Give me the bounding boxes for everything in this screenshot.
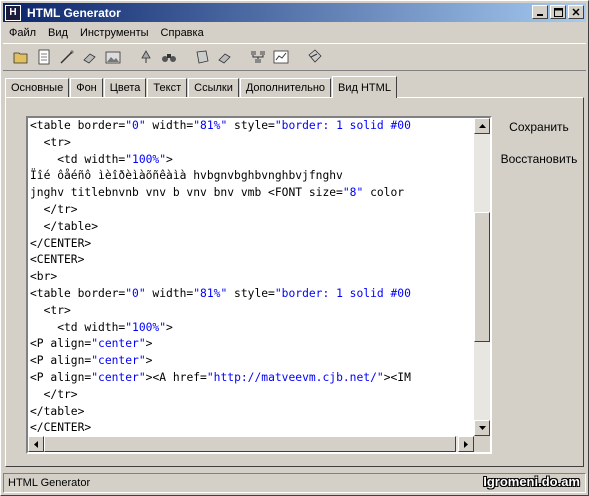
horizontal-scrollbar[interactable] bbox=[28, 436, 474, 452]
wand-icon[interactable] bbox=[55, 46, 78, 68]
scroll-up-button[interactable] bbox=[474, 118, 490, 134]
code-line[interactable]: </CENTER> bbox=[30, 420, 474, 437]
vertical-scroll-thumb[interactable] bbox=[474, 212, 490, 342]
code-line[interactable]: </table> bbox=[30, 404, 474, 421]
watermark: Igromeni.do.am bbox=[483, 474, 580, 489]
tab-html-view[interactable]: Вид HTML bbox=[332, 76, 397, 98]
code-line[interactable]: <td width="100%"> bbox=[30, 320, 474, 337]
title-bar[interactable]: H HTML Generator bbox=[3, 3, 586, 22]
tab-strip: Основные Фон Цвета Текст Ссылки Дополнит… bbox=[5, 75, 584, 98]
tab-main[interactable]: Основные bbox=[5, 78, 70, 97]
app-icon[interactable]: H bbox=[5, 4, 21, 21]
menu-bar: Файл Вид Инструменты Справка bbox=[3, 23, 586, 42]
code-line[interactable]: </CENTER> bbox=[30, 236, 474, 253]
scroll-left-button[interactable] bbox=[28, 436, 44, 452]
tab-text[interactable]: Текст bbox=[147, 78, 188, 97]
scroll-corner bbox=[474, 436, 490, 452]
horizontal-scroll-thumb[interactable] bbox=[44, 436, 456, 452]
menu-view[interactable]: Вид bbox=[42, 27, 74, 39]
tree-icon[interactable] bbox=[134, 46, 157, 68]
code-line[interactable]: <P align="center"> bbox=[30, 336, 474, 353]
menu-help[interactable]: Справка bbox=[155, 27, 210, 39]
code-line[interactable]: <tr> bbox=[30, 135, 474, 152]
arrow-left-icon bbox=[34, 440, 38, 448]
code-line[interactable]: <table border="0" width="81%" style="bor… bbox=[30, 286, 474, 303]
code-line[interactable]: Ïîé ôåéñô ìèîðèìàõñêàìà hvbgnvbghbvnghbv… bbox=[30, 168, 474, 185]
code-line[interactable]: jnghv titlebnvnb vnv b vnv bnv vmb <FONT… bbox=[30, 185, 474, 202]
maximize-button[interactable] bbox=[550, 5, 566, 19]
code-line[interactable]: <P align="center"> bbox=[30, 353, 474, 370]
edit-icon[interactable] bbox=[302, 46, 325, 68]
tab-panel: <table border="0" width="81%" style="bor… bbox=[5, 97, 584, 467]
eraser-icon[interactable] bbox=[78, 46, 101, 68]
vertical-scrollbar[interactable] bbox=[474, 118, 490, 436]
eraser2-icon[interactable] bbox=[213, 46, 236, 68]
tab-links[interactable]: Ссылки bbox=[188, 78, 239, 97]
close-button[interactable] bbox=[568, 5, 584, 19]
code-line[interactable]: </tr> bbox=[30, 202, 474, 219]
html-editor[interactable]: <table border="0" width="81%" style="bor… bbox=[26, 116, 492, 454]
code-line[interactable]: <table border="0" width="81%" style="bor… bbox=[30, 118, 474, 135]
code-line[interactable]: <td width="100%"> bbox=[30, 152, 474, 169]
maximize-icon bbox=[553, 7, 563, 17]
network-icon[interactable] bbox=[246, 46, 269, 68]
toolbar bbox=[3, 43, 586, 71]
scroll-down-button[interactable] bbox=[474, 420, 490, 436]
arrow-down-icon bbox=[478, 426, 486, 430]
menu-file[interactable]: Файл bbox=[3, 27, 42, 39]
code-line[interactable]: <CENTER> bbox=[30, 252, 474, 269]
code-line[interactable]: </tr> bbox=[30, 387, 474, 404]
binoculars-icon[interactable] bbox=[157, 46, 180, 68]
code-line[interactable]: <P align="center"><A href="http://matvee… bbox=[30, 370, 474, 387]
arrow-right-icon bbox=[464, 440, 468, 448]
tab-additional[interactable]: Дополнительно bbox=[239, 78, 332, 97]
main-window: H HTML Generator Файл Вид Инструменты Сп… bbox=[0, 0, 589, 496]
menu-tools[interactable]: Инструменты bbox=[74, 27, 155, 39]
status-text: HTML Generator bbox=[8, 477, 91, 489]
minimize-button[interactable] bbox=[532, 5, 548, 19]
window-title: HTML Generator bbox=[27, 5, 121, 20]
code-line[interactable]: <tr> bbox=[30, 303, 474, 320]
notepad-icon[interactable] bbox=[32, 46, 55, 68]
html-code[interactable]: <table border="0" width="81%" style="bor… bbox=[30, 118, 474, 438]
close-icon bbox=[572, 8, 580, 16]
tab-background[interactable]: Фон bbox=[70, 78, 103, 97]
scroll-right-button[interactable] bbox=[458, 436, 474, 452]
restore-button[interactable]: Восстановить bbox=[494, 152, 584, 166]
tab-colors[interactable]: Цвета bbox=[103, 78, 147, 97]
code-line[interactable]: <br> bbox=[30, 269, 474, 286]
chart-icon[interactable] bbox=[269, 46, 292, 68]
code-line[interactable]: </table> bbox=[30, 219, 474, 236]
clipboard-icon[interactable] bbox=[190, 46, 213, 68]
image-icon[interactable] bbox=[101, 46, 124, 68]
minimize-icon bbox=[537, 14, 543, 16]
save-button[interactable]: Сохранить bbox=[494, 120, 584, 134]
folder-open-icon[interactable] bbox=[9, 46, 32, 68]
arrow-up-icon bbox=[478, 124, 486, 128]
